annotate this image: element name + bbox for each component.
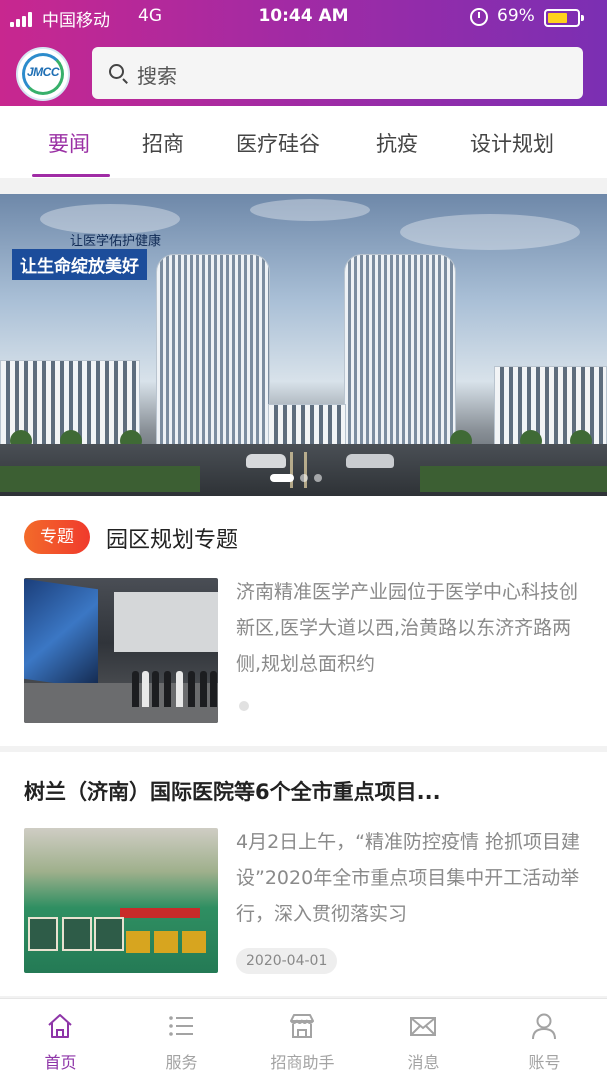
bottom-nav: 首页 服务 招商助手 消息 账号 [0,998,607,1080]
banner-carousel[interactable]: 让医学佑护健康 让生命绽放美好 [0,194,607,496]
carousel-dot[interactable] [314,474,322,482]
topic-thumbnail[interactable] [24,578,218,723]
alarm-icon [470,8,488,26]
list-icon [169,1016,193,1036]
app-header: 中国移动 4G 10:44 AM 69% JMCC 搜索 [0,0,607,106]
news-title[interactable]: 树兰（济南）国际医院等6个全市重点项目... [24,776,441,806]
topic-description: 济南精准医学产业园位于医学中心科技创新区,医学大道以西,治黄路以东济齐路两侧,规… [236,581,579,675]
nav-services[interactable]: 服务 [121,999,242,1080]
carousel-dot[interactable] [300,474,308,482]
tab-anti-epidemic[interactable]: 抗疫 [376,128,418,158]
active-tab-indicator [32,174,110,177]
logo-text: JMCC [26,65,60,79]
category-tabs: 要闻 招商 医疗硅谷 抗疫 设计规划 [0,106,607,178]
banner-slogan-small: 让医学佑护健康 [70,234,162,249]
news-description: 4月2日上午，“精准防控疫情 抢抓项目建设”2020年全市重点项目集中开工活动举… [236,831,581,925]
user-icon [532,1013,556,1040]
search-input[interactable]: 搜索 [92,47,583,99]
battery-percent: 69% [497,6,535,26]
nav-account[interactable]: 账号 [484,999,605,1080]
store-icon [290,1014,314,1038]
tab-investment[interactable]: 招商 [142,128,184,158]
nav-label: 账号 [528,1053,561,1072]
nav-label: 招商助手 [270,1053,335,1072]
nav-label: 首页 [44,1053,77,1072]
topic-badge: 专题 [24,520,90,554]
topic-pager-dot [239,701,249,711]
nav-label: 服务 [165,1053,198,1072]
home-icon [48,1014,72,1038]
search-icon [109,64,124,79]
nav-messages[interactable]: 消息 [363,999,484,1080]
battery-icon [544,9,584,27]
tab-design-planning[interactable]: 设计规划 [470,128,554,158]
banner-slogan-big: 让生命绽放美好 [12,249,147,280]
tab-medical-valley[interactable]: 医疗硅谷 [236,128,320,158]
mail-icon [410,1017,436,1036]
news-card[interactable]: 树兰（济南）国际医院等6个全市重点项目... 4月2日上午，“精准防控疫情 抢抓… [0,752,607,996]
tab-news[interactable]: 要闻 [48,128,90,158]
nav-home[interactable]: 首页 [0,999,121,1080]
topic-title[interactable]: 园区规划专题 [106,522,238,554]
news-date: 2020-04-01 [236,948,338,974]
nav-investment-assistant[interactable]: 招商助手 [242,999,363,1080]
app-logo[interactable]: JMCC [16,47,70,101]
status-bar: 中国移动 4G 10:44 AM 69% [0,0,607,36]
search-placeholder: 搜索 [137,64,177,88]
nav-label: 消息 [407,1053,440,1072]
carousel-dot[interactable] [270,474,294,482]
news-thumbnail[interactable] [24,828,218,973]
topic-card[interactable]: 专题 园区规划专题 济南精准医学产业园位于医学中心科技创新区,医学大道以西,治黄… [0,496,607,746]
